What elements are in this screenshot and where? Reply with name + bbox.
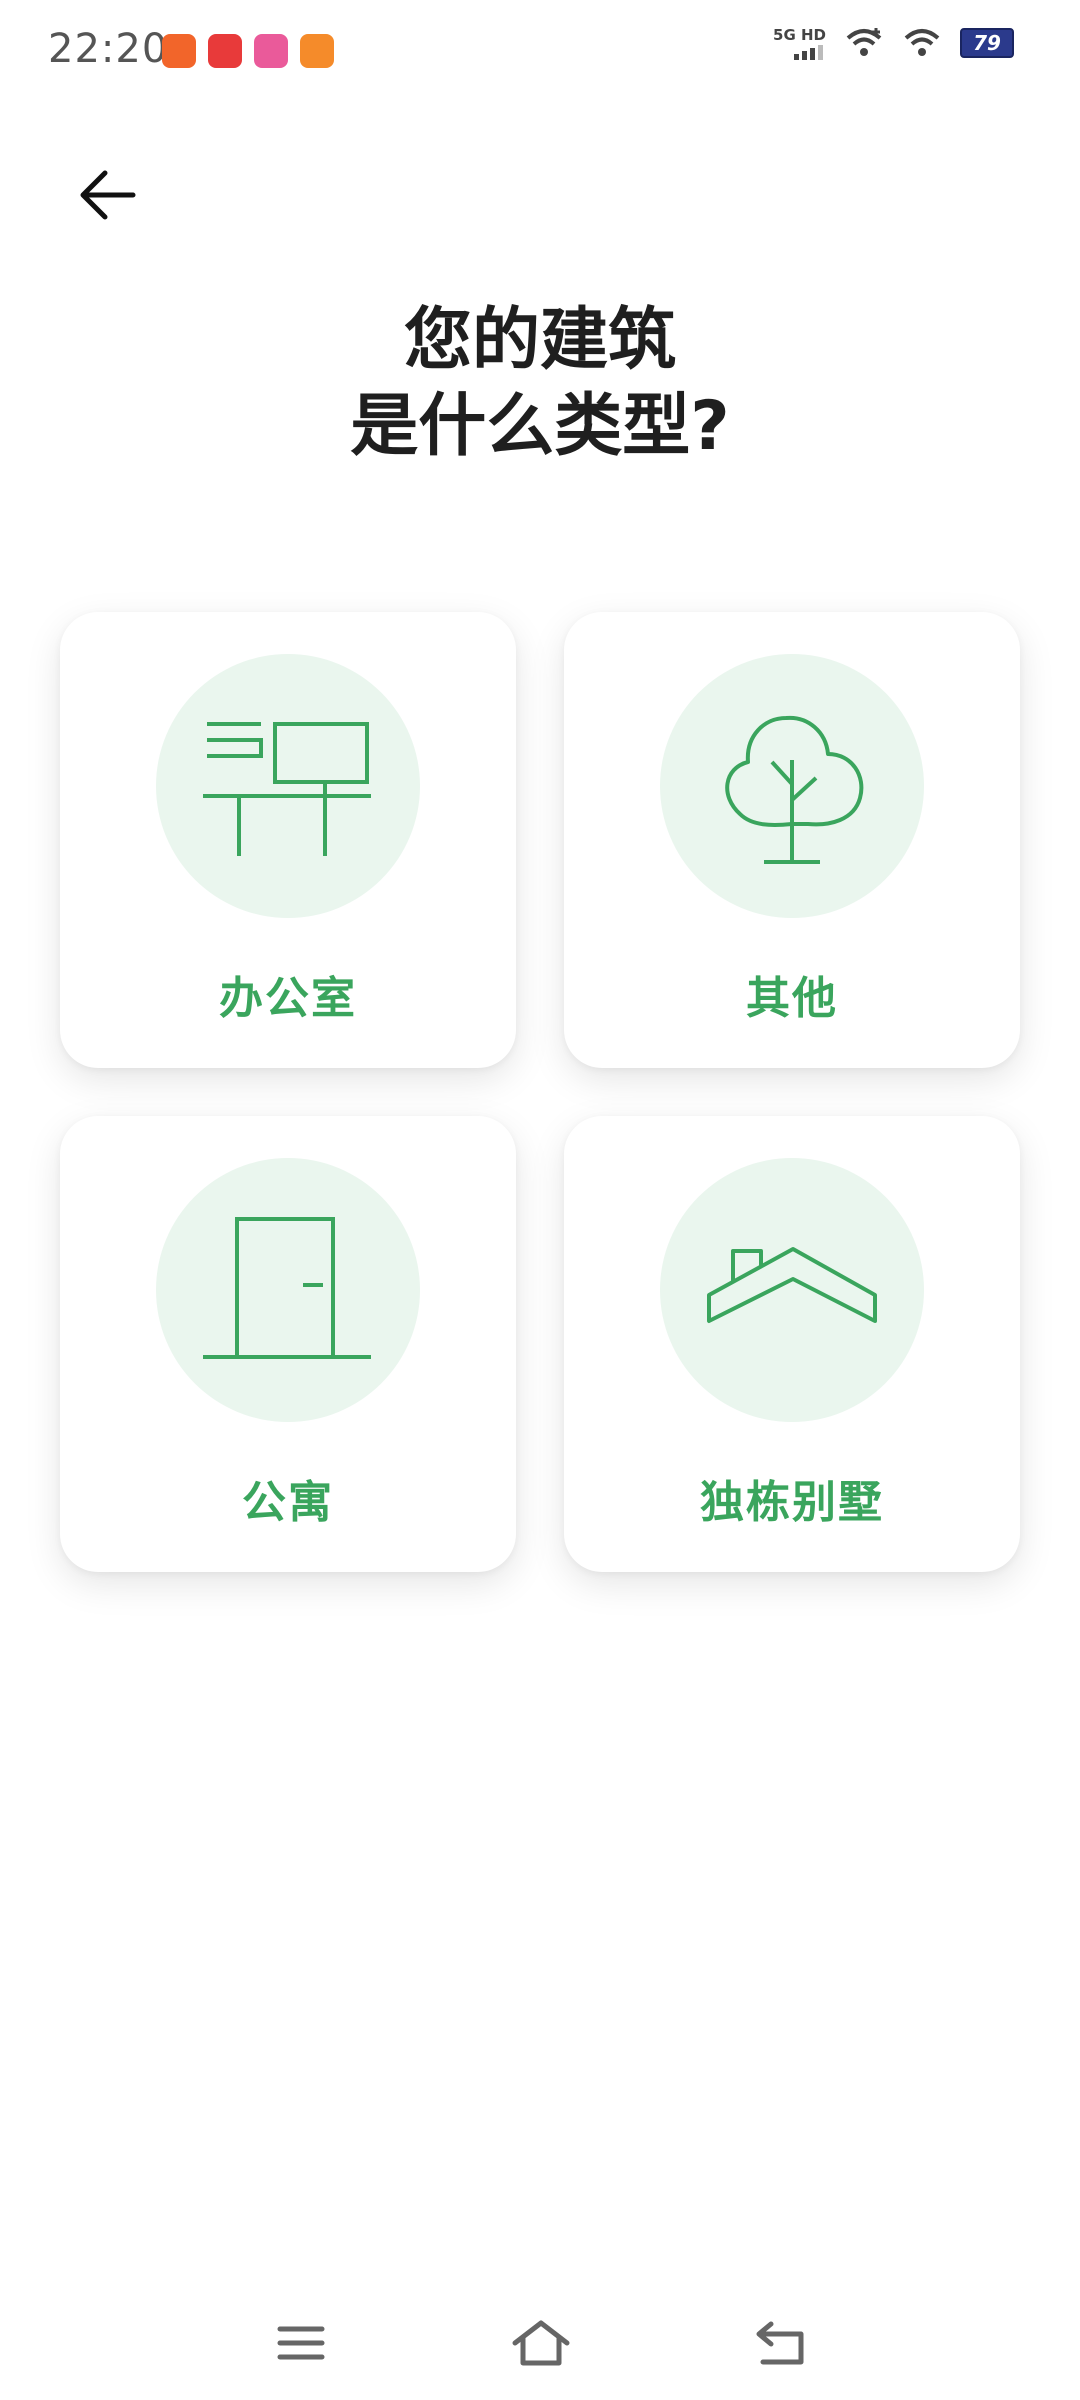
app-icon-red <box>208 34 242 68</box>
option-card-other[interactable]: 其他 <box>564 612 1020 1068</box>
menu-icon <box>277 2326 325 2360</box>
battery-indicator: 79 <box>960 28 1014 58</box>
menu-button[interactable] <box>266 2308 336 2378</box>
status-bar: 22:20 5G HD 79 <box>0 0 1080 100</box>
home-icon <box>512 2320 570 2366</box>
wifi-plus-icon <box>846 28 882 56</box>
notification-icons <box>162 34 334 68</box>
wifi-icon <box>904 29 940 56</box>
icon-circle <box>660 654 924 918</box>
back-button[interactable] <box>72 160 142 230</box>
option-card-office[interactable]: 办公室 <box>60 612 516 1068</box>
arrow-left-icon <box>80 170 136 220</box>
app-icon-pink <box>254 34 288 68</box>
icon-circle <box>156 654 420 918</box>
option-label: 办公室 <box>219 973 357 1024</box>
tree-icon <box>725 715 864 864</box>
back-icon <box>756 2321 804 2365</box>
home-button[interactable] <box>506 2308 576 2378</box>
desk-icon <box>203 722 371 856</box>
house-roof-icon <box>707 1247 877 1323</box>
door-icon <box>203 1217 371 1359</box>
page-title-line2: 是什么类型? <box>350 387 730 466</box>
icon-circle <box>660 1158 924 1422</box>
status-indicators: 5G HD 79 <box>773 26 1014 60</box>
status-time: 22:20 <box>48 26 169 72</box>
page-title-line1: 您的建筑 <box>403 301 676 380</box>
cellular-signal-icon: 5G HD <box>773 26 826 60</box>
option-card-detached-house[interactable]: 独栋别墅 <box>564 1116 1020 1572</box>
nav-back-button[interactable] <box>746 2308 816 2378</box>
option-label: 独栋别墅 <box>700 1477 884 1528</box>
network-label: 5G HD <box>773 26 826 44</box>
option-card-apartment[interactable]: 公寓 <box>60 1116 516 1572</box>
app-icon-orange <box>162 34 196 68</box>
option-label: 公寓 <box>242 1477 334 1528</box>
option-label: 其他 <box>746 973 838 1024</box>
app-icon-orange2 <box>300 34 334 68</box>
screen: 22:20 5G HD 79 您的建筑 是什么类型? 办公室 其他 公寓 独栋别… <box>0 0 1080 2400</box>
page-title: 您的建筑 是什么类型? <box>0 298 1080 470</box>
icon-circle <box>156 1158 420 1422</box>
system-nav-bar <box>0 2290 1080 2390</box>
